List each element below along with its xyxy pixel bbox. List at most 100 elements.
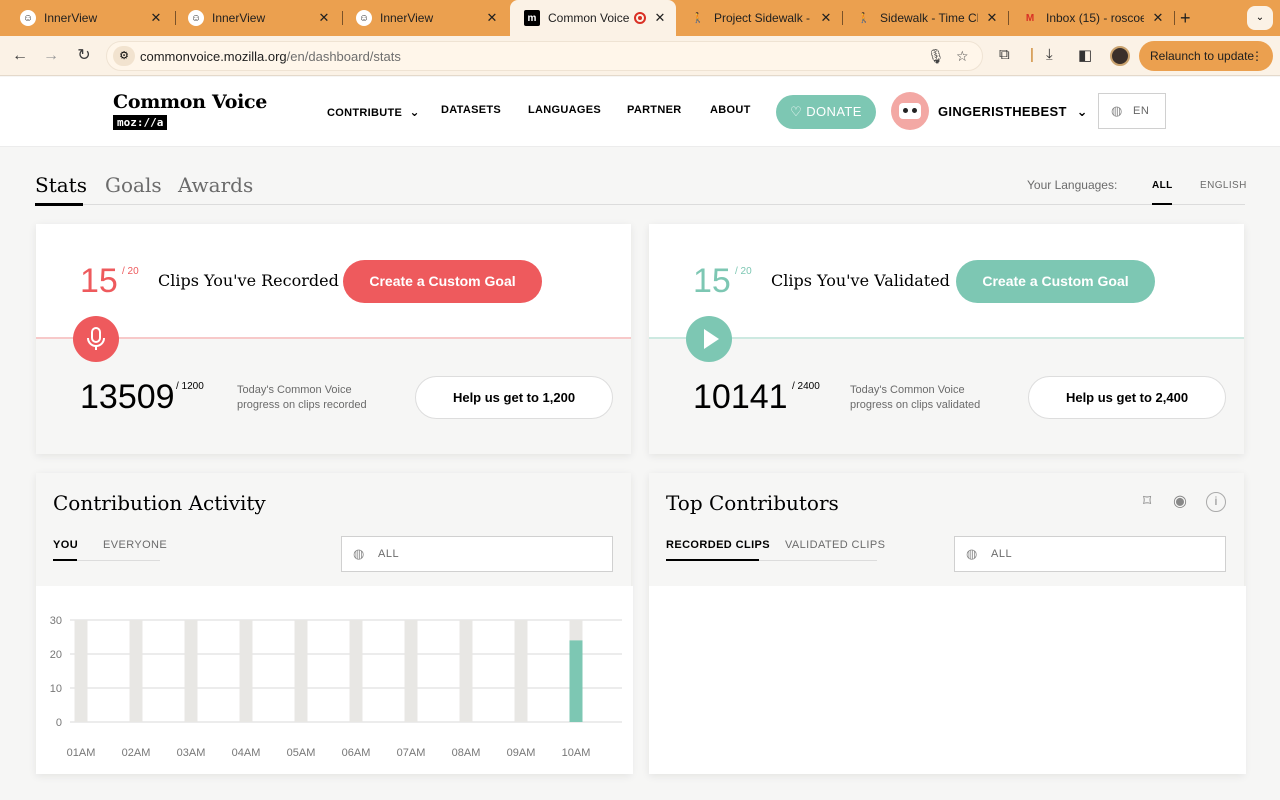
recorded-total-goal: / 1200 bbox=[176, 381, 204, 392]
tab-stats[interactable]: Stats bbox=[35, 173, 87, 197]
star-icon[interactable]: ☆ bbox=[956, 48, 969, 65]
x-tick-label: 02AM bbox=[122, 747, 151, 759]
browser-tab-inbox[interactable]: M Inbox (15) - roscoep ✕ bbox=[1008, 0, 1174, 36]
browser-tab-project-sidewalk[interactable]: 🚶 Project Sidewalk - V ✕ bbox=[676, 0, 842, 36]
info-icon[interactable]: i bbox=[1206, 492, 1226, 512]
innerview-icon: ☺ bbox=[356, 10, 372, 26]
x-tick-label: 07AM bbox=[397, 747, 426, 759]
language-option-all[interactable]: ALL bbox=[1152, 180, 1173, 191]
extensions-icon[interactable]: ⧉ bbox=[999, 46, 1010, 63]
reload-icon[interactable]: ↻ bbox=[72, 44, 96, 68]
address-bar[interactable]: ⚙ commonvoice.mozilla.org/en/dashboard/s… bbox=[106, 41, 983, 71]
recorded-help-button[interactable]: Help us get to 1,200 bbox=[415, 376, 613, 419]
validated-card: 15 / 20 Clips You've Validated Create a … bbox=[649, 224, 1244, 454]
language-selector[interactable]: ◍ EN bbox=[1098, 93, 1166, 129]
language-option-english[interactable]: ENGLISH bbox=[1200, 180, 1247, 191]
bookmark-icon[interactable]: ⌑ bbox=[1143, 491, 1151, 511]
top-contributors-card: Top Contributors ⌑ ◉ i RECORDED CLIPS VA… bbox=[649, 473, 1246, 774]
globe-icon: ◍ bbox=[353, 546, 365, 561]
username-menu[interactable]: GINGERISTHEBEST ⌄ bbox=[938, 104, 1088, 120]
contribution-activity-card: Contribution Activity YOU EVERYONE ◍ ALL … bbox=[36, 473, 633, 774]
recorded-progress-text: Today's Common Voice progress on clips r… bbox=[237, 384, 367, 411]
profile-avatar-icon[interactable] bbox=[1110, 46, 1130, 66]
logo-title[interactable]: Common Voice bbox=[113, 91, 267, 113]
x-tick-label: 09AM bbox=[507, 747, 536, 759]
validated-total: 10141 bbox=[693, 378, 788, 416]
bar-background bbox=[349, 620, 363, 722]
close-tab-icon[interactable]: ✕ bbox=[148, 10, 164, 26]
more-menu-icon[interactable]: ⋮ bbox=[1251, 41, 1263, 71]
bar-background bbox=[129, 620, 143, 722]
tab-goals[interactable]: Goals bbox=[105, 173, 162, 197]
activity-filter[interactable]: ◍ ALL bbox=[341, 536, 613, 572]
nav-contribute[interactable]: CONTRIBUTE ⌄ bbox=[327, 105, 420, 119]
download-icon[interactable]: ⤓ bbox=[1046, 46, 1053, 63]
close-tab-icon[interactable]: ✕ bbox=[316, 10, 332, 26]
bar-background bbox=[184, 620, 198, 722]
side-panel-icon[interactable]: ◧ bbox=[1078, 46, 1092, 64]
globe-icon: ◍ bbox=[1111, 103, 1123, 118]
sidewalk-icon: 🚶 bbox=[857, 12, 871, 24]
activity-bar-chart: 0 10 20 30 01AM 02AM 03AM 04AM 05AM 06AM 07AM 08AM 0… bbox=[50, 615, 622, 759]
browser-tab-innerview-2[interactable]: ☺ InnerView ✕ bbox=[174, 0, 340, 36]
close-tab-icon[interactable]: ✕ bbox=[1150, 10, 1166, 26]
language-active-indicator bbox=[1152, 203, 1172, 205]
browser-tab-sidewalk-time[interactable]: 🚶 Sidewalk - Time Che ✕ bbox=[842, 0, 1008, 36]
forward-arrow-icon[interactable]: → bbox=[39, 44, 63, 68]
y-tick-label: 20 bbox=[50, 649, 62, 661]
mozilla-m-icon: m bbox=[524, 10, 540, 26]
validated-create-goal-button[interactable]: Create a Custom Goal bbox=[956, 260, 1155, 303]
chevron-down-icon: ⌄ bbox=[1076, 104, 1088, 119]
bar-background bbox=[514, 620, 528, 722]
close-tab-icon[interactable]: ✕ bbox=[652, 10, 668, 26]
active-tab-indicator bbox=[35, 203, 83, 206]
bar-background bbox=[294, 620, 308, 722]
x-tick-label: 03AM bbox=[177, 747, 206, 759]
browser-tab-common-voice[interactable]: m Common Voice ✕ bbox=[510, 0, 676, 36]
gmail-icon: M bbox=[1025, 12, 1035, 24]
recorded-count: 15 bbox=[80, 262, 118, 300]
site-header: Common Voice moz://a CONTRIBUTE ⌄ DATASE… bbox=[0, 77, 1280, 147]
tab-search-chevron-icon[interactable]: ⌄ bbox=[1247, 6, 1273, 30]
relaunch-button[interactable]: Relaunch to update ⋮ bbox=[1139, 41, 1273, 71]
contributors-filter[interactable]: ◍ ALL bbox=[954, 536, 1226, 572]
recorded-card: 15 / 20 Clips You've Recorded Create a C… bbox=[36, 224, 631, 454]
donate-button[interactable]: ♡ DONATE bbox=[776, 95, 876, 129]
subtab-you[interactable]: YOU bbox=[53, 539, 78, 551]
microphone-icon bbox=[73, 316, 119, 362]
new-tab-button[interactable]: + bbox=[1180, 0, 1191, 36]
close-tab-icon[interactable]: ✕ bbox=[484, 10, 500, 26]
tab-awards[interactable]: Awards bbox=[178, 173, 253, 197]
nav-partner[interactable]: PARTNER bbox=[627, 104, 681, 116]
validated-label: Clips You've Validated bbox=[771, 271, 950, 290]
user-avatar[interactable] bbox=[891, 92, 929, 130]
validated-goal: / 20 bbox=[735, 266, 752, 277]
globe-icon: ◍ bbox=[966, 546, 978, 561]
recorded-create-goal-button[interactable]: Create a Custom Goal bbox=[343, 260, 542, 303]
y-tick-label: 30 bbox=[50, 615, 62, 627]
subtab-validated-clips[interactable]: VALIDATED CLIPS bbox=[785, 539, 885, 551]
back-arrow-icon[interactable]: ← bbox=[8, 44, 32, 68]
chevron-down-icon: ⌄ bbox=[409, 105, 420, 119]
contribution-activity-title: Contribution Activity bbox=[53, 491, 266, 515]
subtab-recorded-clips[interactable]: RECORDED CLIPS bbox=[666, 539, 770, 551]
top-contributors-list bbox=[649, 586, 1246, 774]
eye-icon[interactable]: ◉ bbox=[1173, 491, 1187, 511]
nav-datasets[interactable]: DATASETS bbox=[441, 104, 501, 116]
bar-background bbox=[239, 620, 253, 722]
subtab-everyone[interactable]: EVERYONE bbox=[103, 539, 167, 551]
bar-background bbox=[74, 620, 88, 722]
site-settings-icon[interactable]: ⚙ bbox=[113, 46, 135, 66]
validated-count: 15 bbox=[693, 262, 731, 300]
close-tab-icon[interactable]: ✕ bbox=[984, 10, 1000, 26]
mozilla-logo[interactable]: moz://a bbox=[113, 115, 168, 130]
validated-help-button[interactable]: Help us get to 2,400 bbox=[1028, 376, 1226, 419]
close-tab-icon[interactable]: ✕ bbox=[818, 10, 834, 26]
browser-tab-innerview-3[interactable]: ☺ InnerView ✕ bbox=[342, 0, 508, 36]
sidewalk-icon: 🚶 bbox=[691, 12, 705, 24]
recording-indicator-icon bbox=[634, 12, 646, 24]
nav-about[interactable]: ABOUT bbox=[710, 104, 751, 116]
nav-languages[interactable]: LANGUAGES bbox=[528, 104, 601, 116]
browser-tab-innerview-1[interactable]: ☺ InnerView ✕ bbox=[6, 0, 172, 36]
microphone-icon[interactable]: 🎙 bbox=[927, 48, 945, 65]
